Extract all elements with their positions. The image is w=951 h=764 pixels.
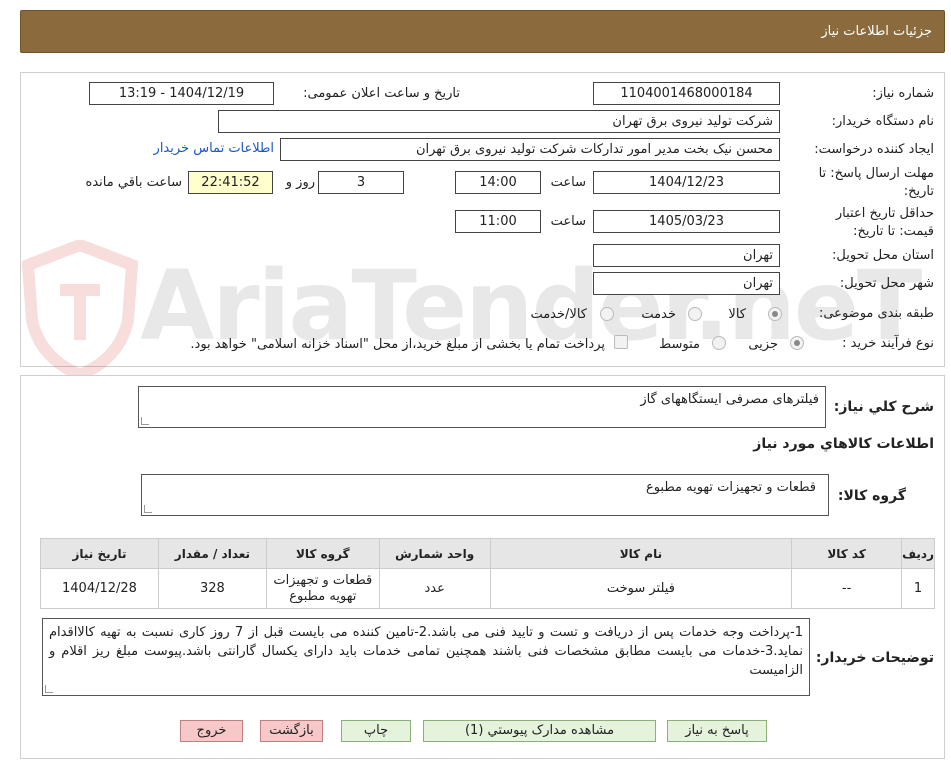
deadline-label-2: تاریخ:: [903, 184, 934, 199]
process-option-minor: جزیی: [748, 337, 778, 352]
category-radio-service[interactable]: [688, 307, 702, 321]
col-goods-group: گروه كالا: [265, 538, 380, 569]
reply-button[interactable]: پاسخ به نیاز: [667, 720, 767, 742]
col-goods-name: نام كالا: [489, 538, 793, 569]
category-option-service: خدمت: [641, 307, 676, 322]
city-field: تهران: [593, 272, 780, 295]
days-label: روز و: [285, 175, 315, 190]
cell-quantity: 328: [157, 568, 267, 609]
page-header: جزئیات اطلاعات نیاز: [20, 10, 945, 53]
payment-note: پرداخت تمام یا بخشی از مبلغ خرید،از محل …: [190, 337, 605, 352]
goods-group-textarea: قطعات و تجهیزات تهویه مطبوع: [141, 474, 829, 516]
goods-table: رديف كد كالا نام كالا واحد شمارش گروه كا…: [40, 538, 935, 609]
buyer-notes-label: توضیحات خریدار:: [815, 650, 934, 666]
validity-date-field: 1405/03/23: [593, 210, 780, 233]
need-number-label: شماره نیاز:: [872, 86, 934, 101]
col-unit: واحد شمارش: [378, 538, 491, 569]
need-number-field: 1104001468000184: [593, 82, 780, 105]
buyer-label: نام دستگاه خریدار:: [831, 114, 934, 129]
deadline-time-label: ساعت: [550, 175, 586, 190]
process-radio-medium[interactable]: [712, 336, 726, 350]
province-field: تهران: [593, 244, 780, 267]
col-goods-code: كد كالا: [791, 538, 903, 569]
buyer-field: شرکت تولید نیروی برق تهران: [218, 110, 780, 133]
goods-group-text: قطعات و تجهیزات تهویه مطبوع: [645, 480, 816, 495]
deadline-date-field: 1404/12/23: [593, 171, 780, 194]
cell-goods-name: فیلتر سوخت: [489, 568, 793, 609]
col-row-number: رديف: [901, 538, 935, 569]
buyer-notes-text: 1-پرداخت وجه خدمات پس از دریافت و تست و …: [49, 625, 803, 678]
cell-unit: عدد: [378, 568, 491, 609]
process-option-medium: متوسط: [659, 337, 700, 352]
buyer-notes-textarea: 1-پرداخت وجه خدمات پس از دریافت و تست و …: [42, 618, 810, 696]
table-header-row: رديف كد كالا نام كالا واحد شمارش گروه كا…: [40, 538, 935, 569]
province-label: استان محل تحویل:: [832, 248, 934, 263]
cell-goods-code: --: [791, 568, 903, 609]
col-quantity: تعداد / مقدار: [157, 538, 267, 569]
table-row: 1 -- فیلتر سوخت عدد قطعات و تجهیزات تهوی…: [40, 568, 935, 609]
back-button[interactable]: بازگشت: [260, 720, 323, 742]
deadline-time-field: 14:00: [455, 171, 541, 194]
validity-label-2: قیمت: تا تاریخ:: [853, 224, 934, 239]
validity-time-field: 11:00: [455, 210, 541, 233]
remaining-label: ساعت باقي مانده: [85, 175, 182, 190]
category-option-goods: کالا: [728, 307, 746, 322]
announce-label: تاریخ و ساعت اعلان عمومی:: [303, 86, 460, 101]
summary-label: شرح كلي نياز:: [833, 399, 934, 415]
validity-label: حداقل تاریخ اعتبار: [835, 206, 934, 221]
deadline-label: مهلت ارسال پاسخ: تا: [818, 166, 934, 181]
col-need-date: تاريخ نياز: [40, 538, 159, 569]
cell-need-date: 1404/12/28: [40, 568, 159, 609]
remaining-time-field: 22:41:52: [188, 171, 273, 194]
resize-grip-icon: [141, 417, 149, 425]
process-radio-minor[interactable]: [790, 336, 804, 350]
exit-button[interactable]: خروج: [180, 720, 243, 742]
category-option-both: کالا/خدمت: [530, 307, 587, 322]
view-attachments-button[interactable]: مشاهده مدارک پیوستي (1): [423, 720, 656, 742]
summary-text: فیلترهای مصرفی ایستگاههای گاز: [640, 392, 819, 407]
city-label: شهر محل تحویل:: [839, 276, 934, 291]
resize-grip-icon: [144, 505, 152, 513]
category-radio-both[interactable]: [600, 307, 614, 321]
category-label: طبقه بندی موضوعی:: [818, 306, 934, 321]
process-label: نوع فرآیند خرید :: [842, 336, 934, 351]
print-button[interactable]: چاپ: [341, 720, 411, 742]
goods-info-title: اطلاعات كالاهاي مورد نياز: [753, 436, 934, 452]
summary-textarea: فیلترهای مصرفی ایستگاههای گاز: [138, 386, 826, 428]
page-title: جزئیات اطلاعات نیاز: [821, 24, 932, 39]
goods-group-label: گروه كالا:: [837, 488, 906, 504]
creator-label: ایجاد کننده درخواست:: [814, 142, 934, 157]
announce-field: 1404/12/19 - 13:19: [89, 82, 274, 105]
cell-row-number: 1: [901, 568, 935, 609]
validity-time-label: ساعت: [550, 214, 586, 229]
creator-field: محسن نیک بخت مدیر امور تدارکات شرکت تولی…: [280, 138, 780, 161]
buyer-contact-link[interactable]: اطلاعات تماس خریدار: [154, 141, 274, 156]
resize-grip-icon: [45, 685, 53, 693]
treasury-payment-checkbox[interactable]: [614, 335, 628, 349]
days-field: 3: [318, 171, 404, 194]
category-radio-goods[interactable]: [768, 307, 782, 321]
cell-goods-group: قطعات و تجهیزات تهویه مطبوع: [265, 568, 380, 609]
